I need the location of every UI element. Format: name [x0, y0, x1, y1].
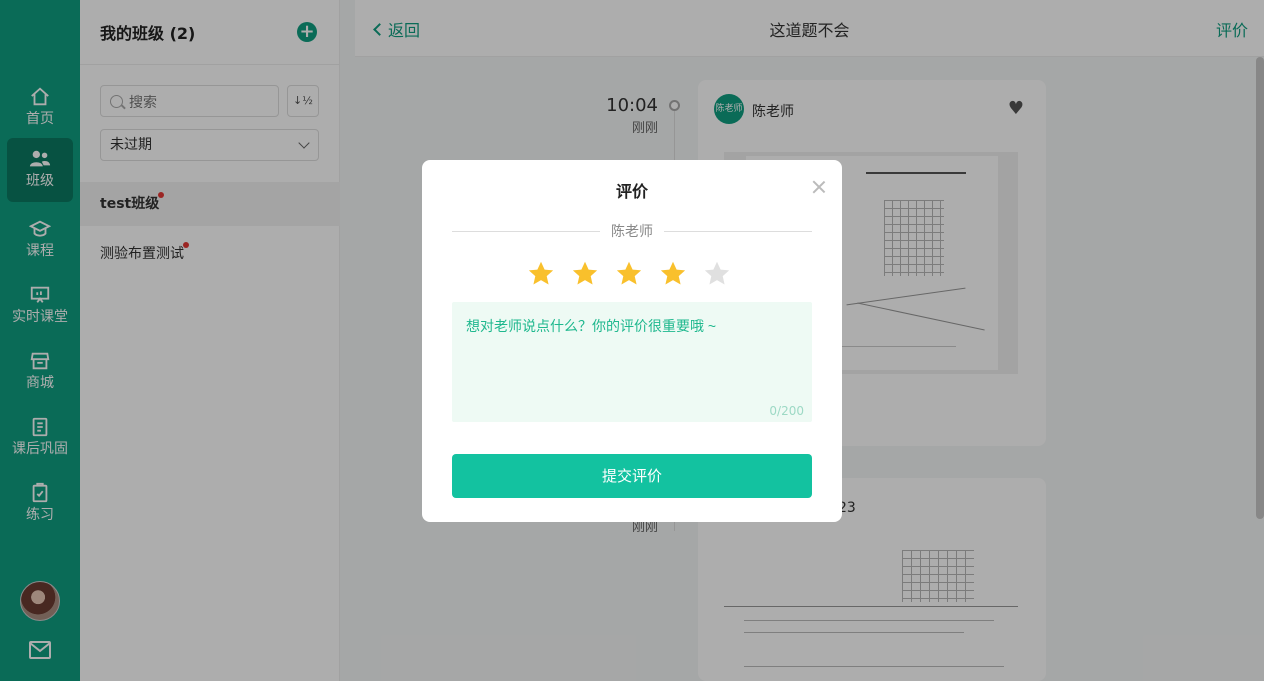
star-rating: [527, 260, 737, 288]
close-icon[interactable]: [811, 179, 827, 195]
char-counter: 0/200: [769, 404, 804, 418]
star-icon[interactable]: [659, 260, 687, 288]
rated-teacher-name: 陈老师: [611, 224, 653, 240]
star-icon[interactable]: [615, 260, 643, 288]
comment-box: 0/200: [452, 302, 812, 422]
comment-input[interactable]: [452, 302, 812, 422]
rated-teacher: 陈老师: [452, 223, 812, 241]
star-icon[interactable]: [703, 260, 731, 288]
divider: [664, 231, 812, 232]
star-icon[interactable]: [571, 260, 599, 288]
submit-rating-button[interactable]: 提交评价: [452, 454, 812, 498]
rating-modal: 评价 陈老师 0/200 提交评价: [422, 160, 842, 522]
modal-title: 评价: [615, 182, 648, 201]
star-icon[interactable]: [527, 260, 555, 288]
